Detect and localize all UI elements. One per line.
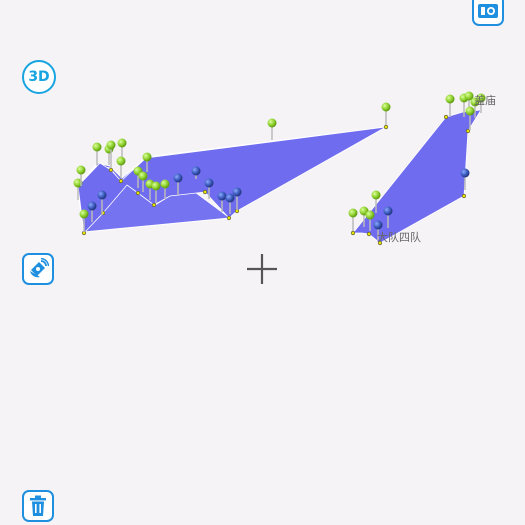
place-label: 大队四队 xyxy=(377,231,421,244)
delete-button[interactable] xyxy=(22,490,54,522)
satellite-layer-button[interactable] xyxy=(22,253,54,285)
3d-label: 3D xyxy=(28,69,50,85)
satellite-icon xyxy=(30,258,49,278)
camera-icon xyxy=(478,4,498,18)
trash-icon xyxy=(30,495,46,516)
place-label: 盖庙 xyxy=(474,94,496,107)
camera-button[interactable] xyxy=(472,0,504,26)
crosshair-icon xyxy=(247,254,277,284)
3d-toggle-button[interactable]: 3D xyxy=(22,60,56,94)
